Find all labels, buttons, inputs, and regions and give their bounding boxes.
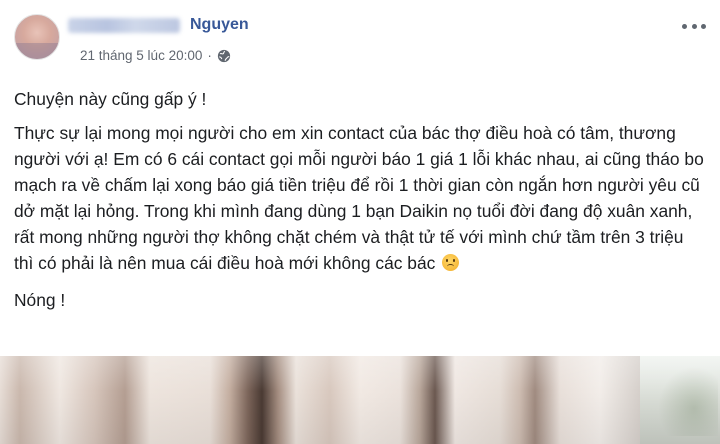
post-timestamp[interactable]: 21 tháng 5 lúc 20:00 (80, 48, 202, 63)
photo-shade (0, 356, 720, 444)
sad-face-emoji (442, 254, 460, 271)
ellipsis-icon[interactable] (682, 18, 706, 34)
ellipsis-dot (701, 23, 706, 29)
author-last-name: Nguyen (190, 16, 249, 33)
post-body: Chuyện này cũng gấp ý ! Thực sự lại mong… (14, 86, 704, 324)
curtain-photo[interactable] (0, 356, 720, 444)
ellipsis-dot (691, 23, 697, 29)
meta-separator: · (207, 48, 212, 63)
author-avatar[interactable] (14, 14, 60, 60)
post-paragraph: Chuyện này cũng gấp ý ! (14, 89, 207, 109)
author-name-link[interactable]: Nguyen (68, 14, 249, 36)
post-paragraph: Nóng ! (14, 290, 66, 310)
globe-icon[interactable] (217, 49, 231, 63)
ellipsis-dot (682, 23, 687, 29)
blurred-name-part (68, 17, 180, 33)
post-paragraph-main: Thực sự lại mong mọi người cho em xin co… (14, 120, 704, 276)
post-meta: 21 tháng 5 lúc 20:00 · (80, 48, 231, 63)
post-paragraph-text: Thực sự lại mong mọi người cho em xin co… (14, 123, 704, 273)
facebook-post: Nguyen 21 tháng 5 lúc 20:00 · Chuyện này… (0, 0, 720, 444)
